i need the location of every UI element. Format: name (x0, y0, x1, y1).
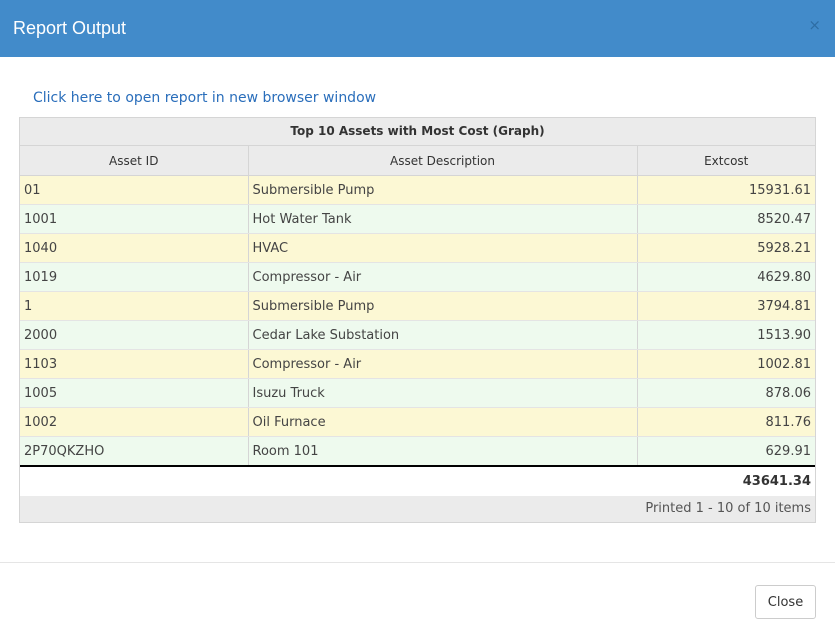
asset-description-cell: Submersible Pump (248, 291, 638, 321)
extcost-cell: 1513.90 (637, 320, 815, 350)
asset-description-cell: Room 101 (248, 436, 638, 467)
extcost-cell: 15931.61 (637, 175, 815, 205)
dialog-header: Report Output × (0, 0, 835, 57)
column-header-asset-description[interactable]: Asset Description (248, 146, 638, 176)
asset-id-cell: 1002 (20, 407, 249, 437)
asset-description-cell: Isuzu Truck (248, 378, 638, 408)
close-button[interactable]: Close (755, 585, 816, 619)
report-table: Asset ID Asset Description Extcost 01 Su… (20, 146, 815, 467)
table-row: 1001 Hot Water Tank 8520.47 (20, 204, 815, 234)
table-row: 1 Submersible Pump 3794.81 (20, 291, 815, 321)
asset-id-cell: 2000 (20, 320, 249, 350)
table-row: 2P70QKZHO Room 101 629.91 (20, 436, 815, 467)
asset-id-cell: 1040 (20, 233, 249, 263)
extcost-cell: 811.76 (637, 407, 815, 437)
report-title: Top 10 Assets with Most Cost (Graph) (20, 118, 815, 146)
extcost-cell: 3794.81 (637, 291, 815, 321)
extcost-cell: 1002.81 (637, 349, 815, 379)
asset-description-cell: HVAC (248, 233, 638, 263)
total-extcost: 43641.34 (742, 474, 811, 489)
close-icon[interactable]: × (808, 16, 821, 34)
asset-description-cell: Oil Furnace (248, 407, 638, 437)
table-row: 1019 Compressor - Air 4629.80 (20, 262, 815, 292)
table-row: 01 Submersible Pump 15931.61 (20, 175, 815, 205)
footer-divider (0, 562, 835, 563)
extcost-cell: 878.06 (637, 378, 815, 408)
asset-id-cell: 2P70QKZHO (20, 436, 249, 467)
header-row: Asset ID Asset Description Extcost (20, 146, 815, 176)
extcost-cell: 5928.21 (637, 233, 815, 263)
column-header-asset-id[interactable]: Asset ID (20, 146, 249, 176)
extcost-cell: 8520.47 (637, 204, 815, 234)
asset-description-cell: Cedar Lake Substation (248, 320, 638, 350)
table-row: 2000 Cedar Lake Substation 1513.90 (20, 320, 815, 350)
asset-id-cell: 1001 (20, 204, 249, 234)
asset-description-cell: Compressor - Air (248, 349, 638, 379)
asset-id-cell: 1103 (20, 349, 249, 379)
extcost-cell: 629.91 (637, 436, 815, 467)
extcost-cell: 4629.80 (637, 262, 815, 292)
report-grid: Top 10 Assets with Most Cost (Graph) Ass… (19, 117, 816, 523)
pager-info: Printed 1 - 10 of 10 items (20, 496, 815, 522)
dialog-title: Report Output (13, 18, 127, 38)
asset-id-cell: 01 (20, 175, 249, 205)
asset-description-cell: Hot Water Tank (248, 204, 638, 234)
asset-id-cell: 1005 (20, 378, 249, 408)
asset-description-cell: Compressor - Air (248, 262, 638, 292)
table-row: 1040 HVAC 5928.21 (20, 233, 815, 263)
open-report-link[interactable]: Click here to open report in new browser… (33, 90, 376, 106)
asset-id-cell: 1 (20, 291, 249, 321)
table-row: 1103 Compressor - Air 1002.81 (20, 349, 815, 379)
table-row: 1005 Isuzu Truck 878.06 (20, 378, 815, 408)
column-header-extcost[interactable]: Extcost (637, 146, 815, 176)
table-row: 1002 Oil Furnace 811.76 (20, 407, 815, 437)
asset-description-cell: Submersible Pump (248, 175, 638, 205)
asset-id-cell: 1019 (20, 262, 249, 292)
